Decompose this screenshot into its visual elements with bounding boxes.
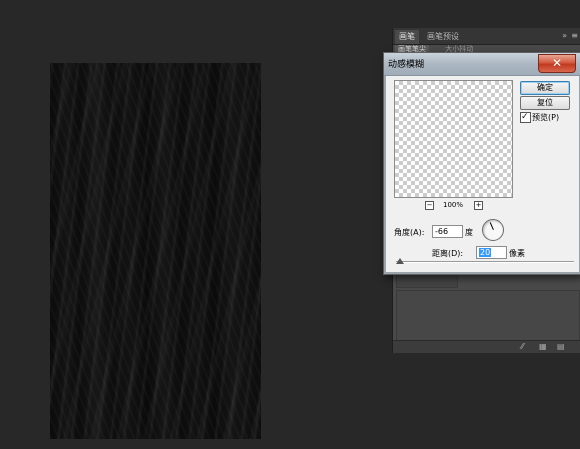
collapse-icon[interactable]: » — [562, 31, 567, 40]
panel-tabbar: 画笔 画笔预设 » ≡ — [393, 28, 580, 45]
new-preset-icon[interactable]: ▤ — [557, 342, 565, 351]
dialog-title: 动感模糊 — [388, 60, 425, 70]
close-icon: ✕ — [551, 56, 563, 70]
reset-button[interactable]: 复位 — [520, 96, 570, 110]
zoom-out-button[interactable]: − — [425, 201, 434, 210]
panel-preview-area — [396, 290, 580, 342]
angle-input[interactable]: -66 — [432, 225, 463, 238]
tab-brush[interactable]: 画笔 — [395, 30, 419, 44]
filter-preview[interactable] — [394, 80, 513, 198]
angle-dial[interactable] — [482, 219, 504, 241]
dial-needle-icon — [489, 222, 494, 230]
document-canvas[interactable] — [50, 63, 261, 439]
preview-label: 预览(P) — [532, 113, 560, 122]
distance-value: 20 — [479, 248, 492, 257]
grid-icon[interactable]: ▦ — [539, 342, 547, 351]
panel-menu-icon[interactable]: ≡ — [571, 31, 578, 40]
zoom-in-button[interactable]: + — [474, 201, 483, 210]
motion-blur-dialog: 动感模糊 ✕ − 100% + 确定 复位 ✓ 预览(P) 角度(A): -66… — [383, 52, 580, 275]
panel-footer: ⁄⁄ ▦ ▤ — [393, 340, 580, 353]
angle-row: 角度(A): -66 度 — [394, 219, 574, 241]
angle-unit: 度 — [465, 228, 473, 237]
checkmark-icon: ✓ — [521, 112, 529, 122]
angle-label: 角度(A): — [394, 228, 425, 237]
distance-slider-thumb[interactable] — [395, 258, 404, 264]
distance-unit: 像素 — [509, 249, 525, 258]
close-button[interactable]: ✕ — [538, 54, 576, 73]
dialog-body: − 100% + 确定 复位 ✓ 预览(P) 角度(A): -66 度 距离(D… — [388, 76, 577, 270]
distance-row: 距离(D): 20 像素 — [394, 246, 574, 260]
brush-toggle-icon[interactable]: ⁄⁄ — [521, 342, 524, 351]
distance-slider-track[interactable] — [396, 261, 574, 263]
dialog-titlebar[interactable]: 动感模糊 ✕ — [384, 53, 580, 76]
zoom-level: 100% — [442, 201, 463, 209]
zoom-row: − 100% + — [394, 201, 511, 211]
distance-label: 距离(D): — [432, 249, 464, 258]
preview-checkbox[interactable]: ✓ — [520, 112, 531, 123]
tab-brush-presets[interactable]: 画笔预设 — [423, 30, 463, 44]
ok-button[interactable]: 确定 — [520, 81, 570, 95]
distance-input[interactable]: 20 — [476, 246, 507, 259]
